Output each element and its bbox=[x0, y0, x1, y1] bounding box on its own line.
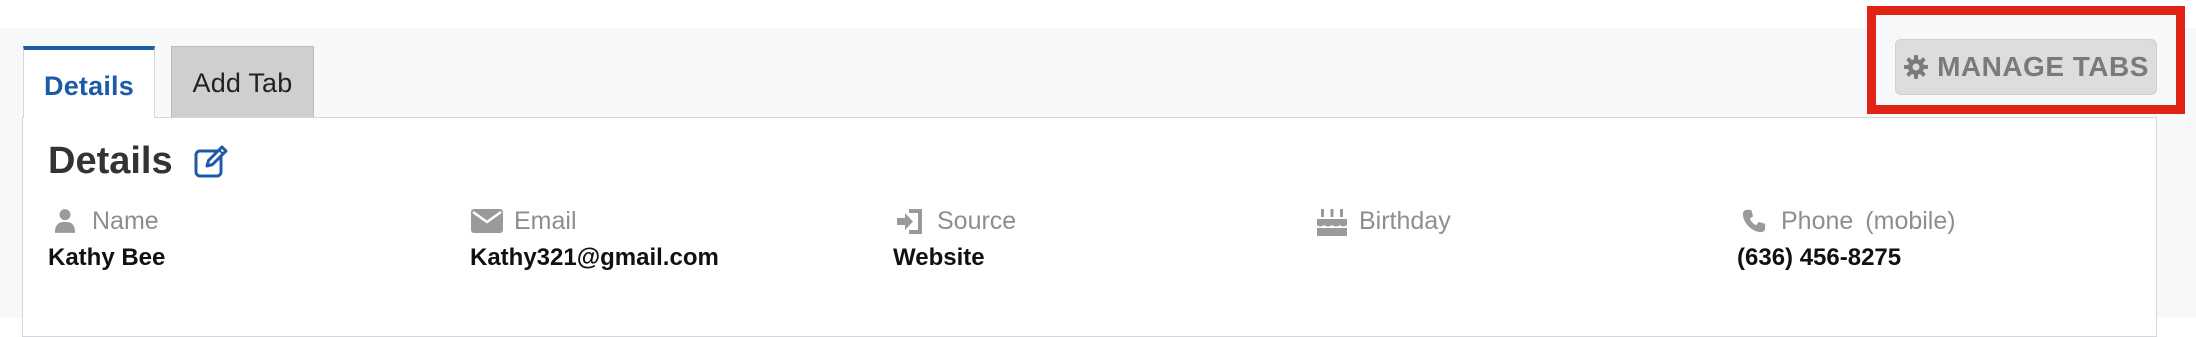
field-name-value: Kathy Bee bbox=[48, 244, 166, 271]
field-birthday-label-row: Birthday bbox=[1315, 204, 1451, 238]
page-title: Details bbox=[48, 140, 173, 182]
field-source-label-row: Source bbox=[893, 204, 1016, 238]
field-name-label-row: Name bbox=[48, 204, 165, 238]
gear-icon bbox=[1903, 54, 1929, 80]
field-phone-sublabel: (mobile) bbox=[1865, 206, 1956, 235]
manage-tabs-label: MANAGE TABS bbox=[1937, 51, 2149, 82]
tab-details[interactable]: Details bbox=[23, 46, 155, 118]
manage-tabs-button[interactable]: MANAGE TABS bbox=[1895, 39, 2157, 95]
field-birthday-label: Birthday bbox=[1359, 206, 1451, 235]
field-name: Name Kathy Bee bbox=[48, 204, 165, 274]
panel-title-row: Details bbox=[48, 140, 229, 183]
details-panel: Details Name Kathy Bee Email Kathy321@gm… bbox=[22, 117, 2157, 337]
tab-add-label: Add Tab bbox=[192, 68, 293, 98]
field-birthday-value bbox=[1315, 244, 1451, 274]
field-email-value: Kathy321@gmail.com bbox=[470, 244, 719, 271]
phone-icon bbox=[1737, 206, 1771, 236]
field-phone-value: (636) 456-8275 bbox=[1737, 244, 1902, 271]
field-birthday: Birthday bbox=[1315, 204, 1451, 274]
edit-icon[interactable] bbox=[193, 144, 229, 180]
user-icon bbox=[48, 206, 82, 236]
field-source: Source Website bbox=[893, 204, 1016, 274]
field-email-label: Email bbox=[514, 206, 577, 235]
tab-details-label: Details bbox=[44, 70, 134, 101]
field-phone-label: Phone bbox=[1781, 206, 1854, 235]
field-phone: Phone (mobile) (636) 456-8275 bbox=[1737, 204, 1956, 274]
tab-add[interactable]: Add Tab bbox=[171, 46, 314, 118]
field-source-label: Source bbox=[937, 206, 1017, 235]
field-phone-label-row: Phone (mobile) bbox=[1737, 204, 1956, 238]
birthday-cake-icon bbox=[1315, 206, 1349, 236]
sign-in-icon bbox=[893, 206, 927, 236]
field-name-label: Name bbox=[92, 206, 159, 235]
envelope-icon bbox=[470, 206, 504, 236]
field-email: Email Kathy321@gmail.com bbox=[470, 204, 719, 274]
manage-tabs-highlight: MANAGE TABS bbox=[1867, 6, 2185, 114]
field-email-label-row: Email bbox=[470, 204, 719, 238]
field-source-value: Website bbox=[893, 244, 985, 271]
